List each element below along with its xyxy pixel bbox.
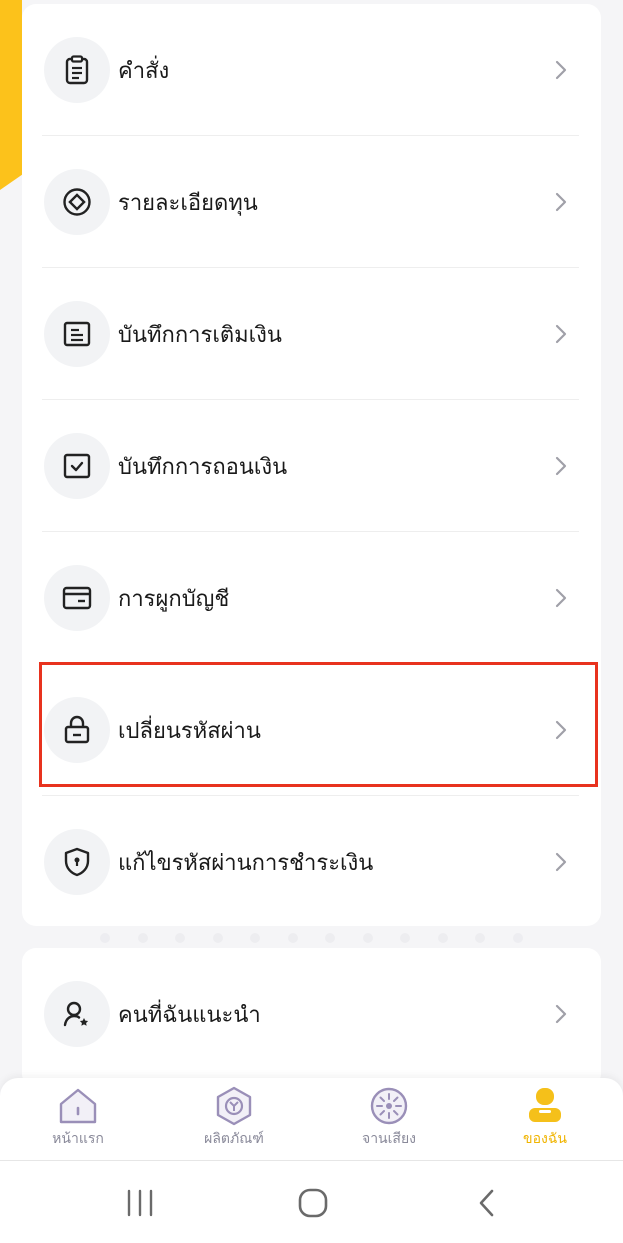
- withdrawal-record-icon: [44, 433, 110, 499]
- bottom-navigation: หน้าแรก ผลิตภัณฑ์ จานเสียง ของฉัน: [0, 1078, 623, 1160]
- nav-label: จานเสียง: [361, 1131, 416, 1147]
- menu-item-label: คนที่ฉันแนะนำ: [118, 1002, 261, 1028]
- spinner-wheel-icon: [370, 1087, 408, 1125]
- nav-item-home[interactable]: หน้าแรก: [18, 1086, 138, 1156]
- home-circle-icon[interactable]: [293, 1185, 333, 1221]
- chevron-right-icon: [555, 60, 567, 80]
- topup-record-icon: [44, 301, 110, 367]
- menu-item-my-referrals[interactable]: คนที่ฉันแนะนำ: [22, 948, 601, 1080]
- menu-item-fund-details[interactable]: รายละเอียดทุน: [22, 136, 601, 268]
- nav-label: หน้าแรก: [52, 1131, 104, 1147]
- menu-item-label: บันทึกการถอนเงิน: [118, 454, 288, 480]
- nav-label: ผลิตภัณฑ์: [204, 1131, 264, 1147]
- my-profile-icon: [529, 1088, 561, 1122]
- menu-item-change-password[interactable]: เปลี่ยนรหัสผ่าน: [22, 664, 601, 796]
- home-icon: [59, 1088, 97, 1124]
- referral-card: คนที่ฉันแนะนำ: [22, 948, 601, 1088]
- menu-item-payment-password[interactable]: แก้ไขรหัสผ่านการชำระเงิน: [22, 796, 601, 928]
- bank-card-icon: [44, 565, 110, 631]
- menu-item-label: เปลี่ยนรหัสผ่าน: [118, 718, 261, 744]
- menu-item-label: แก้ไขรหัสผ่านการชำระเงิน: [118, 850, 374, 876]
- yellow-accent-strip: [0, 0, 22, 190]
- menu-item-label: รายละเอียดทุน: [118, 190, 258, 216]
- account-menu-card: คำสั่ง รายละเอียดทุน บันทึกการเติมเงิน บ…: [22, 4, 601, 926]
- referral-user-icon: [44, 981, 110, 1047]
- decorative-dots: [100, 933, 523, 947]
- fund-details-icon: [44, 169, 110, 235]
- shield-icon: [44, 829, 110, 895]
- system-navigation-bar: [0, 1160, 623, 1243]
- chevron-right-icon: [555, 1004, 567, 1024]
- chevron-right-icon: [555, 192, 567, 212]
- chevron-right-icon: [555, 720, 567, 740]
- menu-item-label: คำสั่ง: [118, 58, 170, 84]
- menu-item-label: บันทึกการเติมเงิน: [118, 322, 282, 348]
- product-hexagon-icon: [216, 1086, 252, 1126]
- chevron-right-icon: [555, 588, 567, 608]
- nav-item-products[interactable]: ผลิตภัณฑ์: [174, 1086, 294, 1156]
- nav-label: ของฉัน: [523, 1131, 567, 1147]
- nav-item-wheel[interactable]: จานเสียง: [329, 1086, 449, 1156]
- chevron-right-icon: [555, 852, 567, 872]
- menu-item-label: การผูกบัญชี: [118, 586, 230, 612]
- menu-item-topup-record[interactable]: บันทึกการเติมเงิน: [22, 268, 601, 400]
- menu-item-account-binding[interactable]: การผูกบัญชี: [22, 532, 601, 664]
- menu-item-orders[interactable]: คำสั่ง: [22, 4, 601, 136]
- recent-apps-icon[interactable]: [120, 1185, 160, 1221]
- chevron-right-icon: [555, 456, 567, 476]
- chevron-right-icon: [555, 324, 567, 344]
- menu-item-withdrawal-record[interactable]: บันทึกการถอนเงิน: [22, 400, 601, 532]
- lock-icon: [44, 697, 110, 763]
- back-icon[interactable]: [467, 1185, 507, 1221]
- nav-item-my-profile[interactable]: ของฉัน: [485, 1086, 605, 1156]
- order-list-icon: [44, 37, 110, 103]
